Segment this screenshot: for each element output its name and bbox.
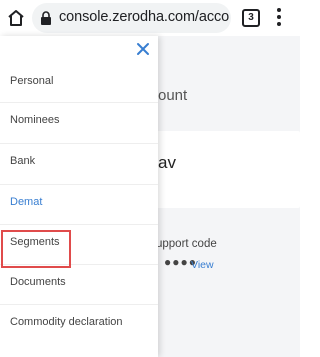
drawer-item-documents[interactable]: Documents [0,264,158,302]
drawer-item-demat[interactable]: Demat [0,184,158,222]
profile-card: av [148,131,300,208]
drawer-item-commodity-declaration[interactable]: Commodity declaration [0,304,158,342]
drawer-item-label: Demat [10,196,43,208]
menu-icon[interactable] [274,8,284,28]
drawer-item-bank[interactable]: Bank [0,143,158,181]
lock-icon [41,11,51,25]
home-icon[interactable] [6,8,26,28]
page-heading-fragment: ount [158,87,188,104]
drawer-item-label: Commodity declaration [10,316,123,328]
close-icon[interactable] [135,41,151,57]
drawer-item-personal[interactable]: Personal [0,64,158,102]
url-text: console.zerodha.com/account/ [59,9,229,25]
drawer-item-label: Documents [10,276,66,288]
segments-highlight-box [1,230,71,268]
browser-toolbar: console.zerodha.com/account/ 3 [0,0,300,36]
profile-name-fragment: av [158,153,176,172]
drawer-item-label: Personal [10,75,54,87]
tabs-icon[interactable]: 3 [242,9,260,27]
support-code-label: upport code [156,238,217,250]
account-drawer: Personal Nominees Bank Demat Segments Do… [0,36,158,357]
view-support-code-link[interactable]: View [191,259,214,271]
drawer-item-label: Bank [10,155,36,167]
drawer-item-label: Nominees [10,114,60,126]
drawer-item-nominees[interactable]: Nominees [0,102,158,140]
address-bar[interactable]: console.zerodha.com/account/ [32,3,231,33]
